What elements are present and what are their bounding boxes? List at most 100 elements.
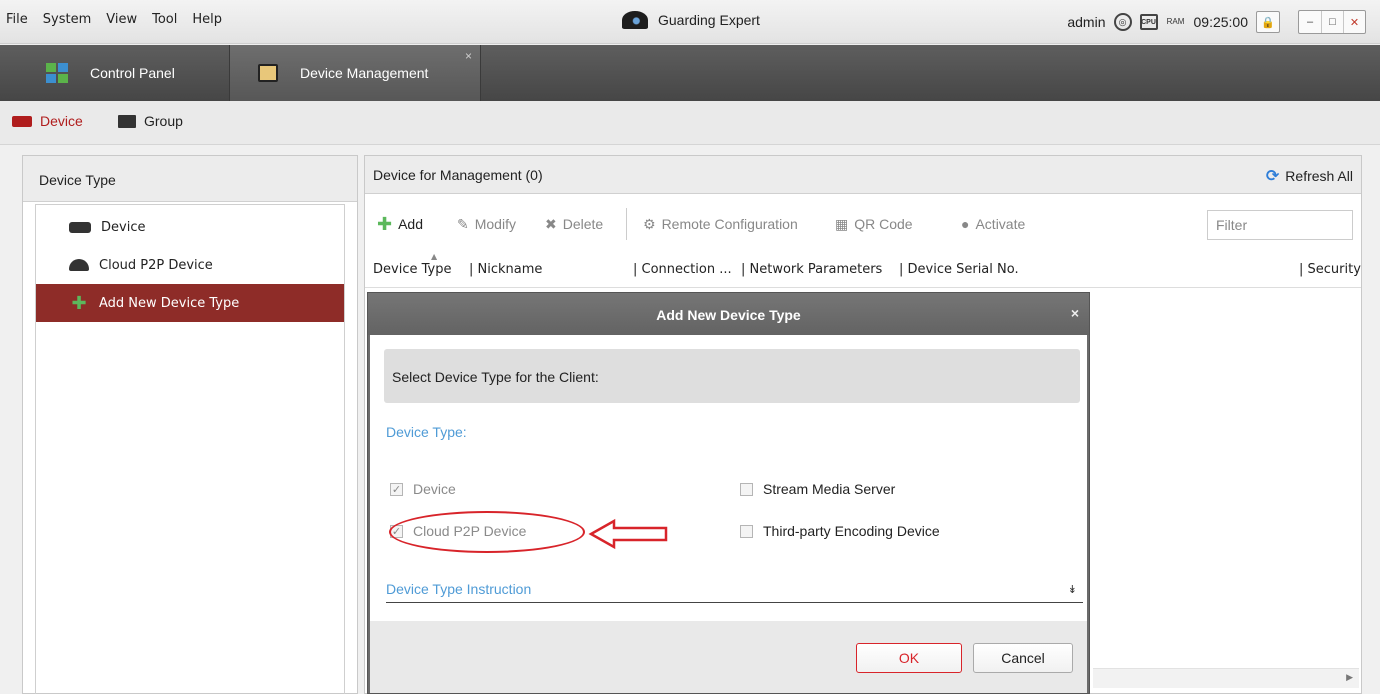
tab-close-icon[interactable]: × bbox=[465, 49, 472, 63]
edit-icon: ✎ bbox=[457, 215, 469, 232]
arrow-annotation-icon bbox=[588, 518, 668, 550]
delete-icon: ✖ bbox=[545, 215, 557, 232]
option-device: ✓ Device bbox=[390, 481, 456, 497]
device-type-label: Device Type: bbox=[386, 424, 467, 440]
remote-configuration-label: Remote Configuration bbox=[661, 216, 798, 232]
ram-label: RAM bbox=[1166, 17, 1185, 26]
tab-device-management-label: Device Management bbox=[300, 65, 429, 81]
option-device-label: Device bbox=[413, 481, 456, 497]
network-icon[interactable]: ◎ bbox=[1113, 13, 1132, 31]
device-type-list: Device Cloud P2P Device ✚ Add New Device… bbox=[35, 204, 345, 694]
add-button[interactable]: ✚ Add bbox=[377, 206, 423, 242]
delete-button[interactable]: ✖ Delete bbox=[545, 206, 603, 242]
horizontal-scrollbar[interactable]: ▶ bbox=[1093, 668, 1359, 688]
app-logo-icon bbox=[622, 11, 648, 29]
device-type-instruction[interactable]: Device Type Instruction ↡ bbox=[386, 581, 1083, 603]
column-nickname[interactable]: | Nickname bbox=[469, 262, 542, 277]
device-icon bbox=[69, 221, 91, 233]
remote-configuration-button[interactable]: ⚙ Remote Configuration bbox=[643, 206, 798, 242]
tree-item-device[interactable]: Device bbox=[36, 208, 344, 246]
ok-button[interactable]: OK bbox=[856, 643, 962, 673]
checkbox-third-party-encoding-device[interactable] bbox=[740, 524, 753, 538]
device-type-header: Device Type bbox=[23, 156, 357, 202]
subtab-device[interactable]: Device bbox=[12, 113, 83, 129]
checkbox-device: ✓ bbox=[390, 482, 403, 496]
menu-file[interactable]: File bbox=[6, 12, 28, 27]
checkbox-stream-media-server[interactable] bbox=[740, 482, 753, 496]
activate-label: Activate bbox=[975, 216, 1026, 232]
refresh-icon: ⟳ bbox=[1265, 168, 1280, 185]
plus-icon: ✚ bbox=[71, 292, 87, 314]
add-label: Add bbox=[398, 216, 424, 232]
cloud-device-icon bbox=[69, 259, 89, 271]
tree-item-label: Add New Device Type bbox=[99, 295, 240, 311]
column-security[interactable]: | Security bbox=[1299, 262, 1361, 277]
tree-item-cloud-p2p-device[interactable]: Cloud P2P Device bbox=[36, 246, 344, 284]
column-device-serial-no[interactable]: | Device Serial No. bbox=[899, 262, 1019, 277]
modify-label: Modify bbox=[474, 216, 516, 232]
subtab-group-label: Group bbox=[144, 113, 183, 129]
sort-indicator-icon: ▲ bbox=[431, 252, 438, 261]
menu-bar: File System View Tool Help bbox=[6, 12, 222, 27]
dialog-close-icon[interactable]: × bbox=[1071, 305, 1079, 321]
section-header: Select Device Type for the Client: bbox=[384, 349, 1080, 403]
dialog-body: Select Device Type for the Client: Devic… bbox=[370, 335, 1087, 621]
highlight-ellipse bbox=[389, 511, 585, 553]
tab-control-panel-label: Control Panel bbox=[90, 65, 175, 81]
toolbar-divider bbox=[626, 208, 627, 240]
modify-button[interactable]: ✎ Modify bbox=[457, 206, 516, 242]
delete-label: Delete bbox=[562, 216, 604, 232]
user-label: admin bbox=[1067, 14, 1106, 30]
maximize-icon[interactable]: □ bbox=[1321, 11, 1343, 33]
folder-icon bbox=[118, 114, 136, 128]
tree-item-add-new-device-type[interactable]: ✚ Add New Device Type bbox=[36, 284, 344, 322]
option-third-party-encoding-device[interactable]: Third-party Encoding Device bbox=[740, 523, 940, 539]
dialog-title: Add New Device Type bbox=[656, 307, 801, 323]
status-area: admin ◎ CPU RAM 09:25:00 🔒 – □ ✕ bbox=[1067, 10, 1366, 34]
add-new-device-type-dialog: Add New Device Type × Select Device Type… bbox=[367, 292, 1090, 694]
device-type-instruction-label: Device Type Instruction bbox=[386, 581, 532, 597]
column-network-parameters[interactable]: | Network Parameters bbox=[741, 262, 882, 277]
column-connection[interactable]: | Connection ... bbox=[633, 262, 732, 277]
qr-code-icon: ▦ bbox=[835, 215, 849, 232]
qr-code-button[interactable]: ▦ QR Code bbox=[835, 206, 913, 242]
filter-input[interactable]: Filter bbox=[1207, 210, 1353, 240]
cancel-button[interactable]: Cancel bbox=[973, 643, 1073, 673]
menu-view[interactable]: View bbox=[106, 12, 137, 27]
activate-button[interactable]: ● Activate bbox=[961, 206, 1025, 242]
menu-tool[interactable]: Tool bbox=[152, 12, 177, 27]
expand-icon[interactable]: ↡ bbox=[1068, 583, 1077, 596]
device-table-header: ▲ Device Type | Nickname | Connection ..… bbox=[365, 252, 1361, 288]
column-device-type[interactable]: Device Type bbox=[373, 262, 451, 277]
refresh-all-label: Refresh All bbox=[1285, 168, 1353, 184]
lock-icon[interactable]: 🔒 bbox=[1256, 11, 1280, 33]
clock-time: 09:25:00 bbox=[1193, 14, 1249, 30]
tab-device-management[interactable]: Device Management × bbox=[229, 45, 481, 101]
ram-icon[interactable]: RAM bbox=[1166, 12, 1186, 32]
app-title: Guarding Expert bbox=[622, 11, 760, 29]
subtab-device-label: Device bbox=[40, 113, 83, 129]
qr-code-label: QR Code bbox=[854, 216, 913, 232]
refresh-all-button[interactable]: ⟳ Refresh All bbox=[1266, 166, 1353, 186]
scroll-right-icon[interactable]: ▶ bbox=[1346, 672, 1353, 683]
control-panel-icon bbox=[46, 63, 68, 83]
menu-system[interactable]: System bbox=[43, 12, 91, 27]
option-third-party-encoding-device-label: Third-party Encoding Device bbox=[763, 523, 940, 539]
option-stream-media-server[interactable]: Stream Media Server bbox=[740, 481, 895, 497]
app-tabs: Control Panel Device Management × bbox=[0, 45, 1380, 101]
device-toolbar: ✚ Add ✎ Modify ✖ Delete ⚙ Remote Configurati… bbox=[365, 206, 1361, 242]
subtab-group[interactable]: Group bbox=[118, 113, 183, 129]
app-title-text: Guarding Expert bbox=[658, 12, 760, 28]
dialog-title-bar: Add New Device Type × bbox=[368, 293, 1089, 335]
minimize-icon[interactable]: – bbox=[1299, 11, 1321, 33]
tab-control-panel[interactable]: Control Panel bbox=[0, 45, 228, 101]
close-icon[interactable]: ✕ bbox=[1343, 11, 1365, 33]
device-management-header: Device for Management (0) ⟳ Refresh All bbox=[365, 156, 1361, 194]
menu-help[interactable]: Help bbox=[192, 12, 222, 27]
cpu-icon[interactable]: CPU bbox=[1139, 14, 1158, 30]
gear-icon: ⚙ bbox=[643, 215, 656, 232]
plus-icon: ✚ bbox=[377, 213, 393, 234]
sub-tabs: Device Group bbox=[0, 101, 1380, 145]
tree-item-label: Device bbox=[101, 219, 146, 235]
device-icon bbox=[12, 115, 32, 127]
